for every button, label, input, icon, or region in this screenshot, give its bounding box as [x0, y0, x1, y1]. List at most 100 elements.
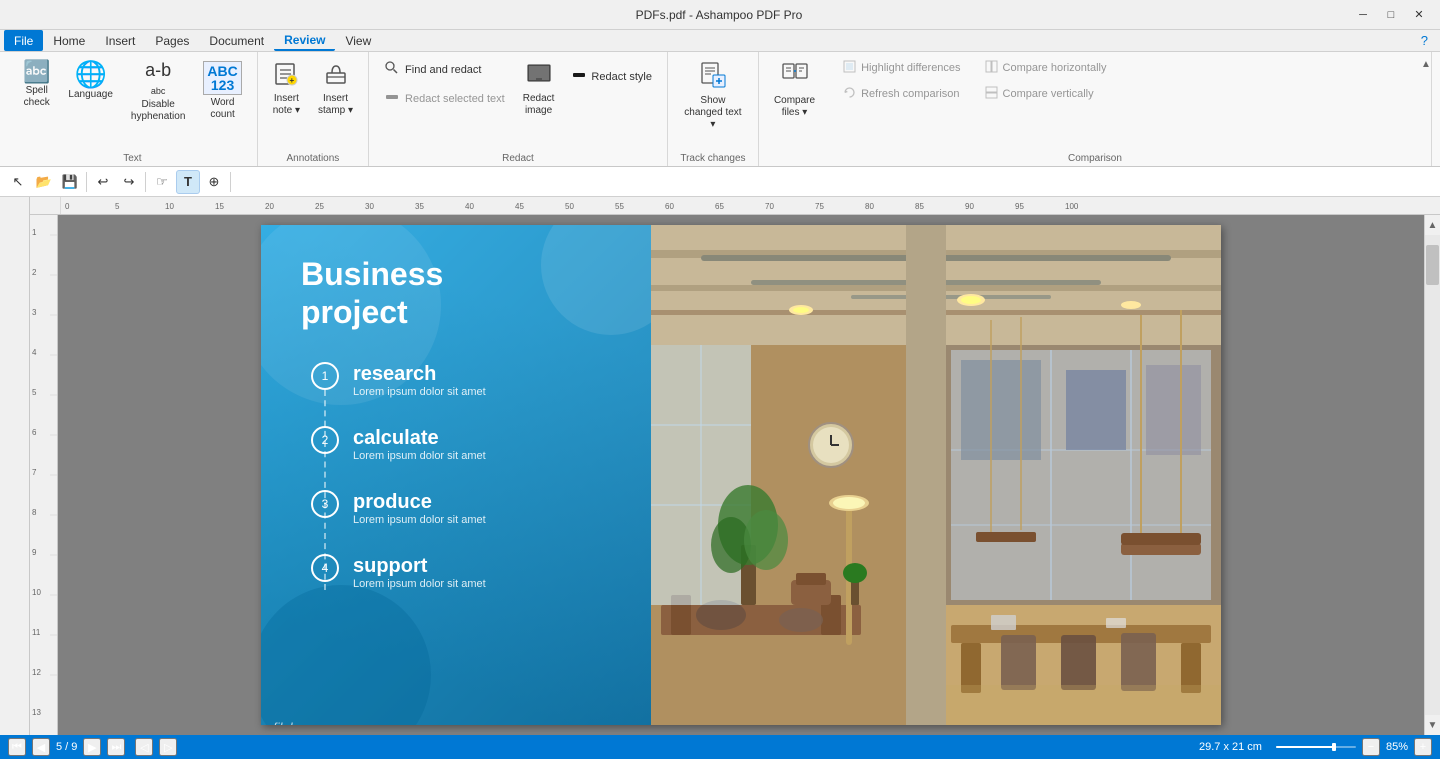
step-4-title: support: [353, 554, 486, 578]
highlight-differences-button[interactable]: Highlight differences: [836, 56, 967, 80]
menu-document[interactable]: Document: [199, 30, 274, 51]
scroll-thumb[interactable]: [1426, 245, 1439, 285]
zoom-level-bar: [1276, 741, 1356, 753]
canvas-area[interactable]: Business project 1 research Lorem ipsum …: [58, 215, 1424, 735]
insert-note-button[interactable]: + Insertnote ▾: [266, 56, 307, 122]
language-button[interactable]: 🌐 Language: [61, 56, 120, 106]
pointer-button[interactable]: ☞: [150, 170, 174, 194]
compare-v-label: Compare vertically: [1003, 88, 1094, 100]
menu-view[interactable]: View: [335, 30, 381, 51]
select-tool-button[interactable]: ↖: [6, 170, 30, 194]
menu-bar: File Home Insert Pages Document Review V…: [0, 30, 1440, 52]
close-button[interactable]: ✕: [1406, 5, 1432, 25]
menu-review[interactable]: Review: [274, 30, 335, 51]
svg-text:11: 11: [32, 628, 41, 637]
svg-text:12: 12: [32, 668, 41, 677]
zoom-in-button[interactable]: +: [1414, 738, 1432, 756]
nav-last-button[interactable]: ⏭: [107, 738, 125, 756]
step-2: 2 calculate Lorem ipsum dolor sit amet: [311, 426, 611, 462]
nav-next-button[interactable]: ▶: [83, 738, 101, 756]
ribbon-group-comparison: Comparefiles ▾ Highlight differences: [759, 52, 1432, 166]
insert-stamp-button[interactable]: Insertstamp ▾: [311, 56, 360, 122]
menu-pages[interactable]: Pages: [145, 30, 199, 51]
show-changed-text-button[interactable]: Showchanged text ▾: [676, 56, 750, 136]
zoom-label: 85%: [1386, 741, 1408, 753]
ribbon-comparison-items: Comparefiles ▾ Highlight differences: [767, 56, 1423, 151]
toolbar-separator-1: [86, 172, 87, 192]
svg-text:7: 7: [32, 468, 37, 477]
word-count-icon: ABC123: [203, 61, 241, 95]
find-and-redact-button[interactable]: Find and redact: [377, 56, 512, 83]
step-3-text: produce Lorem ipsum dolor sit amet: [353, 490, 486, 526]
redact-selected-label: Redact selected text: [405, 93, 505, 105]
scroll-track[interactable]: [1425, 235, 1440, 715]
show-changed-icon: [699, 61, 727, 93]
nav-prev-section-button[interactable]: ◁: [135, 738, 153, 756]
window-title: PDFs.pdf - Ashampoo PDF Pro: [88, 8, 1350, 22]
ribbon-track-label: Track changes: [676, 151, 750, 164]
nav-first-button[interactable]: ⏮: [8, 738, 26, 756]
svg-text:65: 65: [715, 202, 724, 211]
svg-text:80: 80: [865, 202, 874, 211]
ribbon-comparison-label: Comparison: [767, 151, 1423, 164]
refresh-comparison-button[interactable]: Refresh comparison: [836, 82, 967, 106]
vertical-scrollbar[interactable]: ▲ ▼: [1424, 215, 1440, 735]
menu-insert[interactable]: Insert: [95, 30, 145, 51]
svg-text:4: 4: [32, 348, 37, 357]
compare-h-label: Compare horizontally: [1003, 62, 1107, 74]
compare-vertically-button[interactable]: Compare vertically: [978, 82, 1114, 106]
redo-button[interactable]: ↪: [117, 170, 141, 194]
ribbon-text-label: Text: [16, 151, 249, 164]
scroll-up-button[interactable]: ▲: [1425, 217, 1440, 233]
disable-hyphenation-icon: a-babc: [145, 61, 171, 97]
svg-text:60: 60: [665, 202, 674, 211]
open-file-button[interactable]: 📂: [32, 170, 56, 194]
language-icon: 🌐: [74, 61, 106, 87]
text-tool-button[interactable]: T: [176, 170, 200, 194]
redact-image-icon: [526, 61, 552, 91]
scroll-down-button[interactable]: ▼: [1425, 717, 1440, 733]
ribbon-group-text: 🔤 Spellcheck 🌐 Language a-babc Disablehy…: [8, 52, 258, 166]
zoom-out-button[interactable]: −: [1362, 738, 1380, 756]
svg-text:2: 2: [32, 268, 37, 277]
vertical-ruler: 1 2 3 4 5 6 7 8 9 10 11 12 13 14: [30, 215, 58, 735]
step-3-circle: 3: [311, 490, 339, 518]
svg-text:0: 0: [65, 202, 70, 211]
spell-check-button[interactable]: 🔤 Spellcheck: [16, 56, 57, 114]
word-count-button[interactable]: ABC123 Wordcount: [196, 56, 248, 126]
svg-text:55: 55: [615, 202, 624, 211]
disable-hyphenation-button[interactable]: a-babc Disablehyphenation: [124, 56, 193, 128]
svg-text:10: 10: [165, 202, 174, 211]
redact-style-label: Redact style: [591, 71, 652, 83]
ribbon-group-redact: Find and redact Redact selected text: [369, 52, 668, 166]
nav-prev-button[interactable]: ◀: [32, 738, 50, 756]
ribbon-collapse-button[interactable]: ▲: [1418, 56, 1434, 72]
menu-home[interactable]: Home: [43, 30, 95, 51]
more-tools-button[interactable]: ⊕: [202, 170, 226, 194]
help-button[interactable]: ?: [1413, 33, 1436, 48]
step-3: 3 produce Lorem ipsum dolor sit amet: [311, 490, 611, 526]
step-3-desc: Lorem ipsum dolor sit amet: [353, 514, 486, 526]
minimize-button[interactable]: ─: [1350, 5, 1376, 25]
svg-text:100: 100: [1065, 202, 1079, 211]
ribbon-track-items: Showchanged text ▾: [676, 56, 750, 151]
compare-files-button[interactable]: Comparefiles ▾: [767, 56, 822, 124]
svg-text:30: 30: [365, 202, 374, 211]
step-1-circle: 1: [311, 362, 339, 390]
undo-button[interactable]: ↩: [91, 170, 115, 194]
menu-file[interactable]: File: [4, 30, 43, 51]
find-redact-label: Find and redact: [405, 64, 481, 76]
disable-hyphenation-label: Disablehyphenation: [131, 99, 186, 123]
compare-horizontally-button[interactable]: Compare horizontally: [978, 56, 1114, 80]
svg-text:10: 10: [32, 588, 41, 597]
insert-stamp-label: Insertstamp ▾: [318, 93, 353, 117]
show-changed-label: Showchanged text ▾: [683, 95, 743, 131]
redact-image-button[interactable]: Redactimage: [516, 56, 562, 122]
redact-selected-button[interactable]: Redact selected text: [377, 85, 512, 112]
svg-text:20: 20: [265, 202, 274, 211]
save-file-button[interactable]: 💾: [58, 170, 82, 194]
maximize-button[interactable]: □: [1378, 5, 1404, 25]
nav-next-section-button[interactable]: ▷: [159, 738, 177, 756]
redact-style-button[interactable]: Redact style: [565, 64, 659, 89]
refresh-icon: [843, 86, 856, 102]
